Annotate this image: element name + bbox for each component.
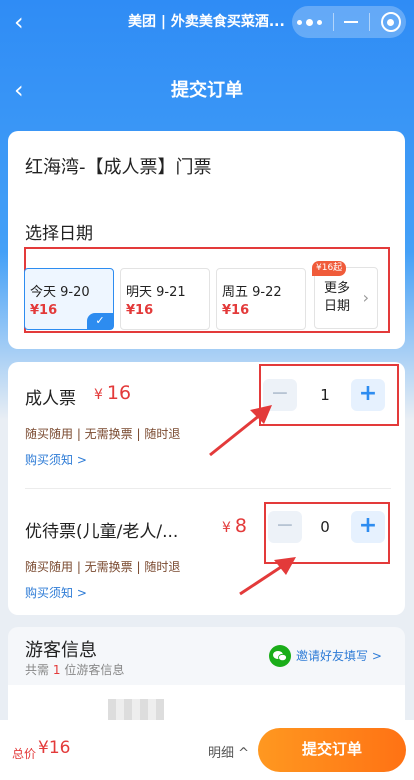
visitor-card: 游客信息 共需 1 位游客信息 邀请好友填写 > [8,627,405,727]
close-circle-icon[interactable] [380,12,401,32]
back-arrow-icon[interactable]: ‹ [14,8,34,36]
adult-ticket-features: 随买随用 | 无需换票 | 随时退 [25,427,181,441]
date-option-label: 今天 9-20 [30,285,90,300]
date-label: 选择日期 [25,224,93,244]
bottom-bar: 总价 ¥16 明细 ^ 提交订单 [0,720,414,780]
total-label: 总价 [12,747,37,761]
ticket-types-card: 成人票 ¥16 随买随用 | 无需换票 | 随时退 购买须知 > − 1 + 优… [8,362,405,615]
date-option-tomorrow[interactable]: 明天 9-21 ¥16 [120,268,210,330]
page-title: 提交订单 [171,80,243,101]
discount-ticket-features: 随买随用 | 无需换票 | 随时退 [25,560,181,574]
date-option-label: 周五 9-22 [222,285,282,300]
ticket-card: 红海湾-【成人票】门票 选择日期 今天 9-20 ¥16 ✓ 明天 9-21 ¥… [8,131,405,349]
detail-toggle[interactable]: 明细 ^ [208,742,249,761]
adult-purchase-notes-link[interactable]: 购买须知 > [25,451,87,468]
adult-ticket-price: ¥16 [94,382,132,404]
ticket-title: 红海湾-【成人票】门票 [25,157,212,178]
adult-quantity[interactable]: 1 [310,386,340,404]
date-option-label: 明天 9-21 [126,285,186,300]
wechat-icon [269,645,291,667]
miniprogram-topbar: ‹ 美团 | 外卖美食买菜酒... [0,0,414,44]
more-dots-icon[interactable] [297,18,323,26]
discount-quantity[interactable]: 0 [310,518,340,536]
date-option-price: ¥16 [30,303,58,318]
discount-minus-button[interactable]: − [268,511,302,543]
total-price: ¥16 [38,738,71,758]
discount-ticket-name: 优待票(儿童/老人/... [25,522,179,542]
capsule-divider [332,13,334,31]
discount-plus-button[interactable]: + [351,511,385,543]
submit-order-button[interactable]: 提交订单 [258,728,406,772]
date-option-price: ¥16 [126,303,154,318]
divider [25,488,391,489]
adult-ticket-name: 成人票 [25,389,76,409]
discount-ticket-price: ¥8 [222,515,248,537]
visitor-title: 游客信息 [25,640,97,661]
discount-purchase-notes-link[interactable]: 购买须知 > [25,584,87,601]
minimize-icon[interactable] [344,21,359,23]
page-header: ‹ 提交订单 [0,70,414,110]
check-icon: ✓ [87,313,113,329]
topbar-title: 美团 | 外卖美食买菜酒... [128,14,285,30]
date-option-friday[interactable]: 周五 9-22 ¥16 [216,268,306,330]
invite-friend-link[interactable]: 邀请好友填写 > [296,647,382,664]
adult-plus-button[interactable]: + [351,379,385,411]
adult-minus-button[interactable]: − [263,379,297,411]
date-option-today[interactable]: 今天 9-20 ¥16 ✓ [24,268,114,330]
more-dates-label: 更多日期 [324,281,351,314]
capsule-divider [369,13,371,31]
capsule-menu [292,6,406,38]
more-dates-button[interactable]: 更多日期 › [314,267,378,329]
chevron-right-icon: › [362,288,369,307]
date-option-price: ¥16 [222,303,250,318]
visitor-subtitle: 共需 1 位游客信息 [25,663,125,677]
more-dates-price-tag: ¥16起 [312,261,347,276]
